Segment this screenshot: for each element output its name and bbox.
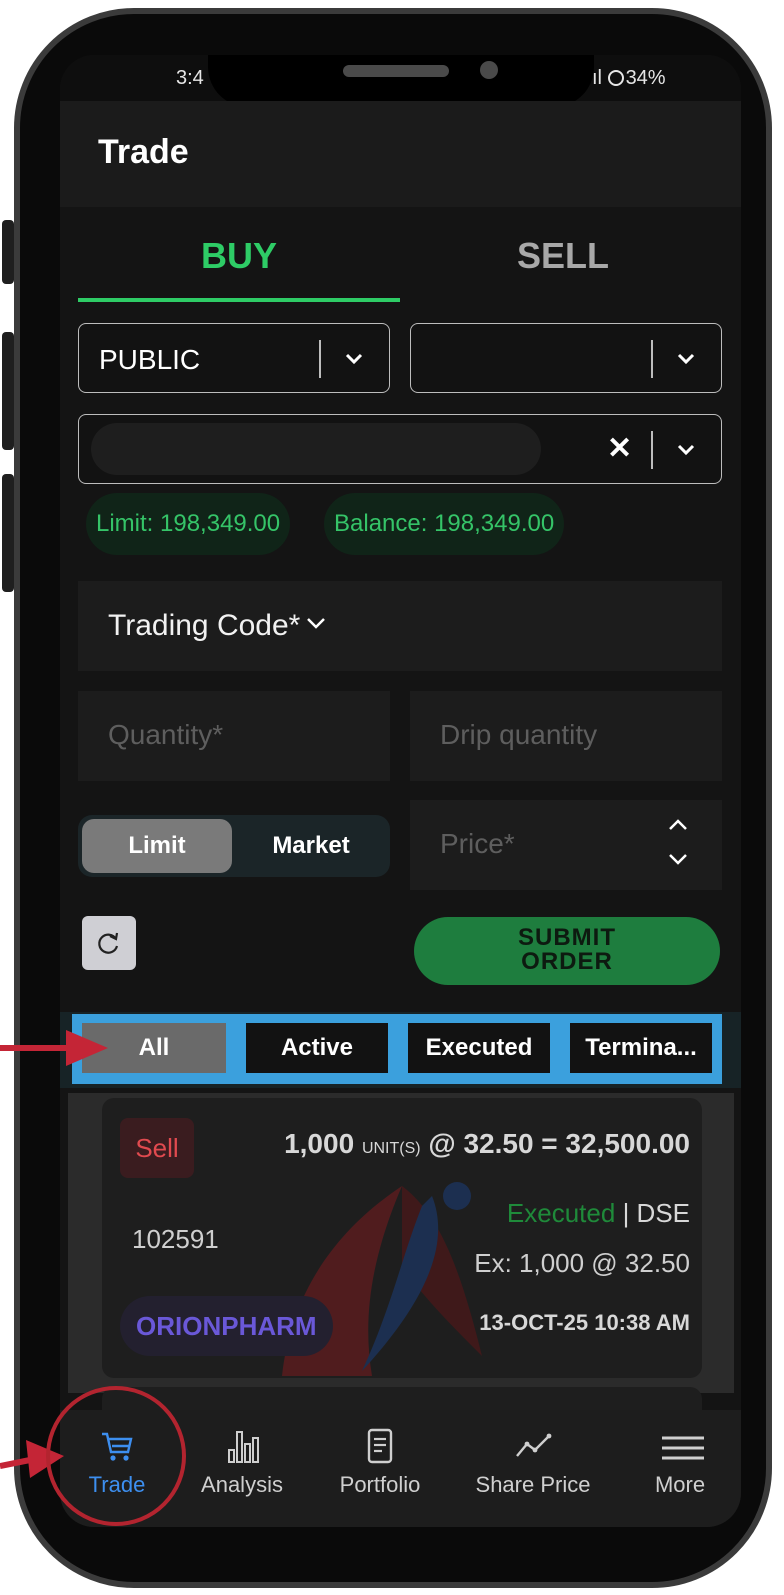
order-price-expression: @ 32.50 = 32,500.00 (428, 1128, 690, 1159)
bar-chart-icon (228, 1431, 259, 1463)
redacted-client-value (91, 423, 541, 475)
battery-level: 34% (625, 67, 666, 89)
app-header: Trade (60, 101, 741, 207)
chevron-down-icon[interactable] (666, 850, 690, 868)
order-card[interactable]: Sell 1,000 UNIT(S) @ 32.50 = 32,500.00 1… (102, 1098, 702, 1378)
submit-order-button[interactable]: SUBMIT ORDER (414, 917, 720, 985)
annotation-arrow-icon (0, 1030, 108, 1066)
tab-buy[interactable]: BUY (78, 235, 400, 297)
chevron-down-icon (307, 618, 325, 629)
secondary-select[interactable] (410, 323, 722, 393)
nav-share-price-label: Share Price (475, 1472, 591, 1497)
nav-portfolio[interactable]: Portfolio (330, 1426, 430, 1498)
account-type-select[interactable]: PUBLIC (78, 323, 390, 393)
quantity-input[interactable]: Quantity* (78, 691, 390, 781)
chevron-down-icon[interactable] (673, 437, 699, 463)
client-select[interactable]: ✕ (78, 414, 722, 484)
order-filter-bar: All Active Executed Termina... (60, 1012, 741, 1088)
order-type-market[interactable]: Market (234, 819, 388, 873)
active-tab-indicator (78, 298, 400, 302)
status-time: 3:4 (176, 67, 204, 89)
order-datetime: 13-OCT-25 10:38 AM (479, 1310, 690, 1335)
trading-code-select[interactable]: Trading Code* (78, 581, 722, 671)
chevron-down-icon[interactable] (341, 346, 367, 372)
order-unit: UNIT(S) (361, 1140, 421, 1157)
submit-label-line2: ORDER (521, 948, 613, 975)
clear-icon[interactable]: ✕ (607, 431, 632, 466)
limit-badge: Limit: 198,349.00 (86, 493, 291, 555)
menu-icon (662, 1436, 704, 1460)
order-summary: 1,000 UNIT(S) @ 32.50 = 32,500.00 (284, 1128, 690, 1160)
battery-ring-icon (607, 70, 624, 86)
phone-screen: 3:4 ıl 34% Trade BUY SELL PUBLIC ✕ Limit… (60, 55, 741, 1527)
nav-more-label: More (654, 1472, 706, 1497)
order-side-badge: Sell (120, 1118, 194, 1178)
filter-terminated[interactable]: Termina... (570, 1023, 712, 1073)
nav-more[interactable]: More (640, 1426, 720, 1498)
status-bar: 3:4 ıl 34% (60, 55, 741, 107)
order-type-limit[interactable]: Limit (82, 819, 232, 873)
annotation-circle (46, 1386, 186, 1526)
price-input[interactable]: Price* (410, 800, 722, 890)
trading-code-label: Trading Code* (108, 609, 301, 642)
order-status-text: Executed (506, 1198, 616, 1228)
order-exchange: | DSE (622, 1198, 690, 1228)
side-button (2, 332, 14, 450)
balance-badge: Balance: 198,349.00 (324, 493, 565, 555)
quantity-placeholder: Quantity* (108, 719, 224, 750)
nav-share-price[interactable]: Share Price (466, 1426, 600, 1498)
select-divider (651, 340, 653, 378)
submit-label-line1: SUBMIT (518, 924, 616, 951)
order-executed-detail: Ex: 1,000 @ 32.50 (474, 1248, 690, 1278)
nav-analysis-label: Analysis (201, 1472, 283, 1497)
side-button (2, 220, 14, 284)
select-divider (319, 340, 321, 378)
status-indicators: ıl 34% (592, 67, 666, 90)
account-type-value: PUBLIC (99, 344, 201, 375)
chevron-up-icon[interactable] (666, 816, 690, 834)
refresh-button[interactable] (82, 916, 136, 970)
filter-executed[interactable]: Executed (408, 1023, 550, 1073)
order-status: Executed | DSE (507, 1198, 690, 1229)
order-id: 102591 (132, 1224, 219, 1254)
page-title: Trade (98, 133, 189, 171)
chevron-down-icon[interactable] (673, 346, 699, 372)
price-placeholder: Price* (440, 828, 515, 859)
filter-active[interactable]: Active (246, 1023, 388, 1073)
nav-portfolio-label: Portfolio (339, 1472, 421, 1497)
camera-notch (208, 55, 594, 107)
drip-quantity-input[interactable]: Drip quantity (410, 691, 722, 781)
nav-analysis[interactable]: Analysis (192, 1426, 292, 1498)
tab-sell[interactable]: SELL (402, 235, 724, 297)
select-divider (651, 431, 653, 469)
front-camera (480, 61, 498, 79)
order-quantity: 1,000 (284, 1128, 355, 1159)
line-chart-icon (516, 1433, 552, 1457)
document-icon (367, 1428, 393, 1464)
order-type-toggle: Limit Market (78, 815, 390, 877)
speaker-grille (343, 65, 449, 77)
refresh-icon (98, 932, 119, 954)
order-symbol-badge: ORIONPHARM (120, 1296, 333, 1356)
drip-quantity-placeholder: Drip quantity (440, 719, 598, 750)
side-button (2, 474, 14, 592)
